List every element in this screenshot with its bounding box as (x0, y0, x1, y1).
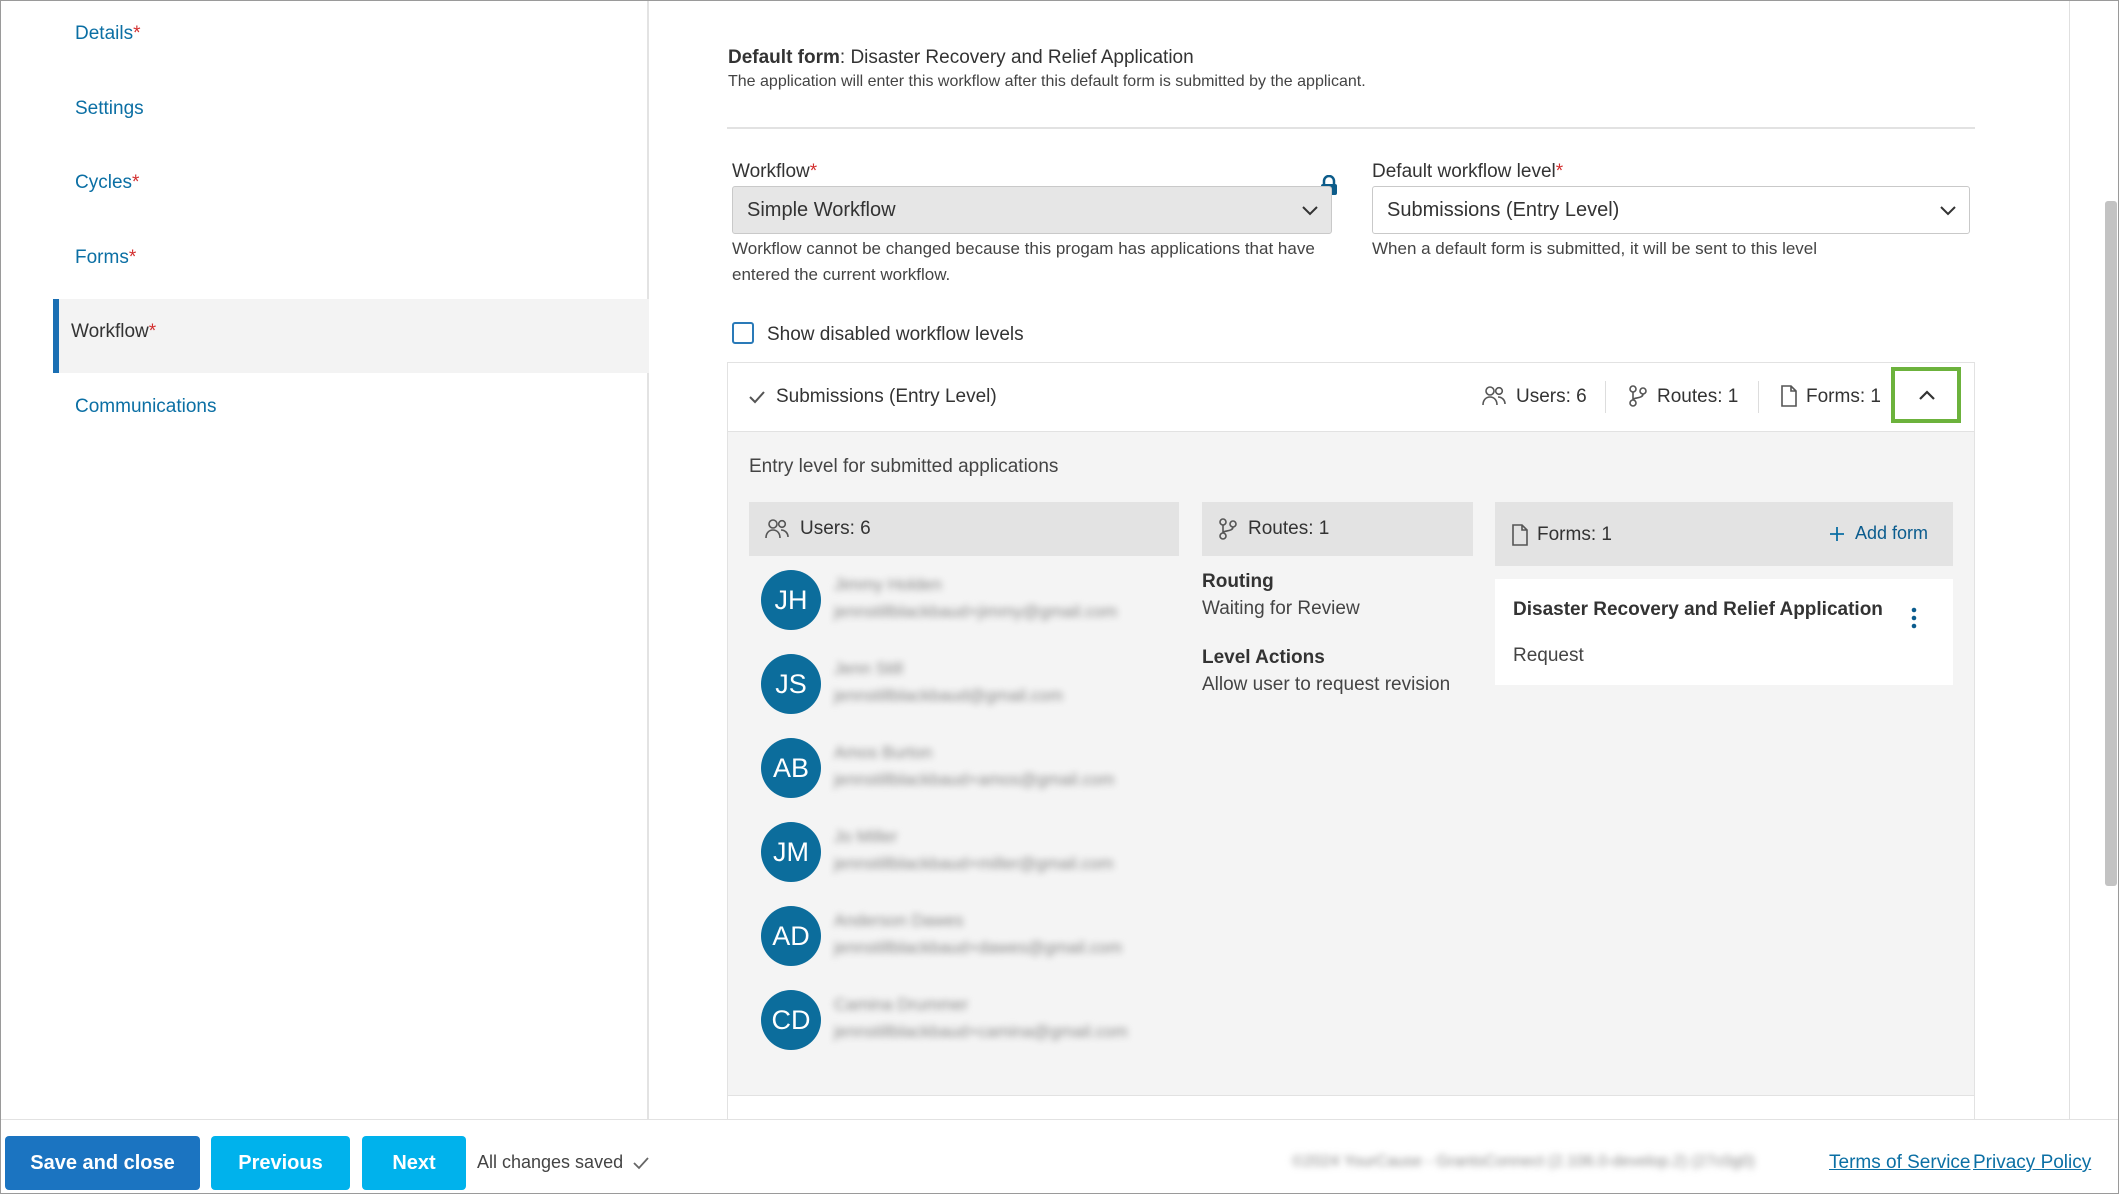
divider (727, 127, 1975, 129)
collapse-button[interactable] (1891, 367, 1961, 423)
avatar: JS (761, 654, 821, 714)
kebab-menu-icon[interactable] (1911, 607, 1917, 629)
form-card-title: Disaster Recovery and Relief Application (1513, 599, 1883, 620)
workflow-select-value: Simple Workflow (747, 199, 896, 221)
default-form-value: : Disaster Recovery and Relief Applicati… (839, 47, 1194, 68)
copyright-text: ©2024 YourCause - GrantsConnect (2.106.0… (1292, 1153, 1755, 1170)
document-icon (1512, 524, 1528, 546)
users-icon (765, 519, 789, 539)
sidebar-item-details[interactable]: Details* (75, 23, 140, 45)
sidebar-item-cycles[interactable]: Cycles* (75, 172, 139, 194)
avatar: AB (761, 738, 821, 798)
next-button[interactable]: Next (362, 1136, 466, 1190)
separator (1758, 381, 1759, 413)
sidebar-item-label: Cycles (75, 172, 133, 193)
default-form-label: Default form (728, 47, 840, 68)
routing-value: Waiting for Review (1202, 598, 1360, 619)
save-and-close-button[interactable]: Save and close (5, 1136, 200, 1190)
chevron-up-icon (1919, 390, 1935, 400)
routes-header-label: Routes: 1 (1248, 518, 1330, 539)
forms-summary: Forms: 1 (1806, 386, 1881, 407)
terms-of-service-link[interactable]: Terms of Service (1829, 1152, 1970, 1174)
sidebar-item-workflow[interactable]: Workflow* (53, 299, 649, 373)
app-window: Details* Settings Cycles* Forms* Workflo… (0, 0, 2119, 1194)
previous-button[interactable]: Previous (211, 1136, 350, 1190)
sidebar: Details* Settings Cycles* Forms* Workflo… (25, 1, 649, 1119)
chevron-down-icon (1940, 206, 1956, 216)
routes-column-header: Routes: 1 (1202, 502, 1473, 556)
scrollbar-thumb[interactable] (2105, 201, 2117, 886)
workflow-level-header[interactable]: Submissions (Entry Level) Users: 6 Route… (727, 362, 1975, 432)
default-level-select-value: Submissions (Entry Level) (1387, 199, 1620, 221)
routes-summary: Routes: 1 (1657, 386, 1739, 407)
users-summary: Users: 6 (1516, 386, 1587, 407)
footer: Save and close Previous Next All changes… (1, 1119, 2118, 1193)
add-form-label: Add form (1855, 523, 1929, 543)
save-status: All changes saved (477, 1152, 624, 1172)
user-email: jennstillblackbaud+dawes@gmail.com (834, 938, 1122, 957)
plus-icon (1830, 527, 1844, 541)
check-icon (749, 391, 765, 404)
level-actions-value: Allow user to request revision (1202, 674, 1451, 695)
required-marker: * (148, 321, 157, 342)
user-email: jennstillblackbaud+camina@gmail.com (834, 1022, 1128, 1041)
workflow-help: entered the current workflow. (732, 265, 951, 284)
avatar: JH (761, 570, 821, 630)
user-email: jennstillblackbaud+jimmy@gmail.com (834, 602, 1118, 621)
show-disabled-label: Show disabled workflow levels (767, 324, 1024, 345)
required-marker: * (132, 172, 140, 193)
user-name: Amos Burton (834, 743, 933, 762)
users-icon (1482, 386, 1506, 406)
users-column-header: Users: 6 (749, 502, 1179, 556)
required-marker: * (133, 23, 141, 44)
workflow-select[interactable]: Simple Workflow (732, 186, 1332, 234)
form-card-type: Request (1513, 645, 1584, 666)
show-disabled-checkbox[interactable] (732, 322, 754, 344)
chevron-down-icon (1302, 206, 1318, 216)
required-marker: * (128, 247, 137, 268)
routes-icon (1219, 518, 1237, 540)
users-header-label: Users: 6 (800, 518, 871, 539)
workflow-label: Workflow* (732, 161, 818, 182)
routes-icon (1629, 385, 1647, 407)
user-name: Jimmy Holden (834, 575, 942, 594)
form-card[interactable]: Disaster Recovery and Relief Application… (1495, 579, 1953, 685)
sidebar-item-forms[interactable]: Forms* (75, 247, 136, 269)
workflow-help: Workflow cannot be changed because this … (732, 239, 1315, 258)
check-icon (633, 1157, 649, 1170)
avatar: AD (761, 906, 821, 966)
forms-column-header: Forms: 1 Add form (1495, 502, 1953, 566)
default-level-label: Default workflow level* (1372, 161, 1564, 182)
default-level-help: When a default form is submitted, it wil… (1372, 239, 1818, 258)
user-name: Camina Drummer (834, 995, 969, 1014)
avatar: CD (761, 990, 821, 1050)
user-email: jennstillblackbaud@gmail.com (834, 686, 1063, 705)
sidebar-item-settings[interactable]: Settings (75, 98, 144, 120)
user-email: jennstillblackbaud+miller@gmail.com (834, 854, 1114, 873)
sidebar-item-label: Communications (75, 396, 217, 417)
next-level-panel (727, 1095, 1975, 1119)
sidebar-item-communications[interactable]: Communications (75, 396, 217, 418)
document-icon (1781, 385, 1797, 407)
separator (1605, 381, 1606, 413)
privacy-policy-link[interactable]: Privacy Policy (1973, 1152, 2091, 1174)
sidebar-item-label: Details (75, 23, 134, 44)
default-form-line: Default form: Disaster Recovery and Reli… (728, 47, 1194, 69)
sidebar-item-label: Forms (75, 247, 129, 268)
sidebar-item-label: Settings (75, 98, 144, 119)
level-name: Submissions (Entry Level) (776, 386, 997, 407)
sidebar-item-label: Workflow (71, 321, 149, 342)
forms-header-label: Forms: 1 (1537, 524, 1612, 545)
user-name: Jenn Still (834, 659, 903, 678)
user-name: Jo Miller (834, 827, 898, 846)
default-level-select[interactable]: Submissions (Entry Level) (1372, 186, 1970, 234)
user-name: Anderson Dawes (834, 911, 964, 930)
avatar: JM (761, 822, 821, 882)
level-actions-label: Level Actions (1202, 647, 1325, 668)
user-email: jennstillblackbaud+amos@gmail.com (834, 770, 1115, 789)
routing-label: Routing (1202, 571, 1274, 592)
default-form-description: The application will enter this workflow… (728, 73, 1366, 90)
level-description: Entry level for submitted applications (749, 456, 1059, 477)
